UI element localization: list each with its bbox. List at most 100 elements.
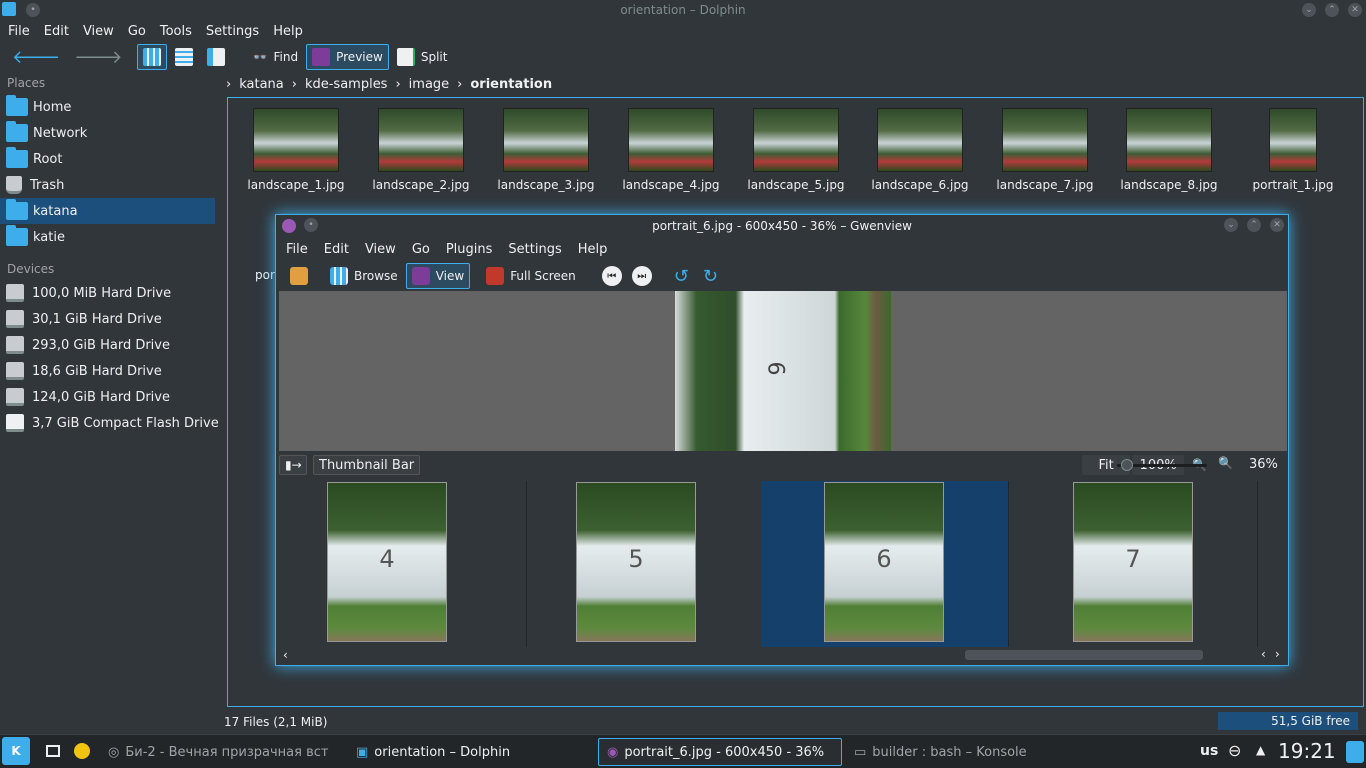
rotate-left-button[interactable]: ↺ — [668, 263, 695, 289]
file-item[interactable]: landscape_8.jpg — [1114, 108, 1224, 192]
minimize-button[interactable]: ⌄ — [1224, 218, 1238, 232]
menu-view[interactable]: View — [365, 242, 396, 257]
file-item[interactable]: landscape_7.jpg — [990, 108, 1100, 192]
minimize-button[interactable]: ⌄ — [1302, 3, 1316, 17]
scroll-right-icon[interactable]: › — [1275, 647, 1280, 661]
device-item[interactable]: 3,7 GiB Compact Flash Drive — [0, 410, 220, 436]
icons-view-icon — [142, 48, 161, 66]
rotate-right-button[interactable]: ↻ — [697, 263, 724, 289]
device-item[interactable]: 293,0 GiB Hard Drive — [0, 332, 220, 358]
task-dolphin[interactable]: ▣ orientation – Dolphin — [348, 738, 594, 766]
menu-file[interactable]: File — [286, 242, 308, 257]
image-view[interactable]: 6 — [279, 291, 1287, 451]
file-item[interactable]: landscape_6.jpg — [865, 108, 975, 192]
menu-tools[interactable]: Tools — [160, 24, 192, 39]
gwenview-app-icon[interactable] — [282, 219, 296, 233]
menu-edit[interactable]: Edit — [324, 242, 349, 257]
panel-toolbox-icon[interactable] — [1346, 741, 1364, 763]
desktop-icon[interactable] — [46, 745, 60, 757]
clock[interactable]: 19:21 — [1278, 739, 1336, 763]
thumbnail-cell[interactable]: 7 — [1010, 481, 1258, 647]
fullscreen-button[interactable]: Full Screen — [480, 263, 582, 289]
network-icon[interactable]: ⊖ — [1228, 741, 1241, 760]
thumbnail-bar-button[interactable]: Thumbnail Bar — [313, 455, 421, 475]
kde-launcher-icon[interactable]: K — [2, 737, 30, 765]
zoom-slider-handle[interactable] — [1120, 459, 1133, 471]
thumbnail-strip[interactable]: 4 5 6 7 — [279, 481, 1287, 647]
toggle-sidebar-button[interactable]: ▮→ — [279, 455, 307, 475]
crumb-katana[interactable]: katana — [239, 77, 284, 92]
preview-button[interactable]: Preview — [306, 44, 389, 70]
menu-settings[interactable]: Settings — [206, 24, 259, 39]
scrollbar-handle[interactable] — [965, 650, 1203, 660]
keyboard-layout[interactable]: us — [1200, 743, 1218, 759]
device-item[interactable]: 18,6 GiB Hard Drive — [0, 358, 220, 384]
back-button[interactable]: 🡐 — [6, 44, 66, 70]
file-item[interactable]: landscape_4.jpg — [616, 108, 726, 192]
free-space-bar[interactable]: 51,5 GiB free — [1218, 712, 1358, 730]
maximize-button[interactable]: ⌃ — [1247, 218, 1261, 232]
dolphin-app-icon[interactable] — [2, 2, 16, 16]
folder-icon — [6, 199, 28, 220]
menu-settings[interactable]: Settings — [508, 242, 561, 257]
details-view-button[interactable] — [201, 44, 231, 70]
gwenview-titlebar[interactable]: • portrait_6.jpg - 600x450 - 36% – Gwenv… — [276, 215, 1288, 237]
zoom-slider[interactable] — [1117, 459, 1207, 471]
menu-go[interactable]: Go — [128, 24, 146, 39]
file-item[interactable]: landscape_1.jpg — [241, 108, 351, 192]
file-item[interactable]: landscape_3.jpg — [491, 108, 601, 192]
menu-go[interactable]: Go — [412, 242, 430, 257]
task-gwenview[interactable]: ◉ portrait_6.jpg - 600x450 - 36% — [598, 738, 842, 766]
place-katana[interactable]: katana — [0, 198, 215, 224]
scroll-left-icon[interactable]: ‹ — [283, 648, 288, 662]
crumb-image[interactable]: image — [409, 77, 450, 92]
window-menu-button[interactable]: • — [304, 218, 318, 232]
compact-view-button[interactable] — [169, 44, 199, 70]
file-thumbnail — [1269, 108, 1317, 172]
split-button[interactable]: Split — [391, 44, 454, 70]
browse-button[interactable]: Browse — [324, 263, 404, 289]
thumbnail-cell[interactable]: 5 — [528, 481, 776, 647]
dolphin-titlebar[interactable]: • orientation – Dolphin ⌄ ⌃ ✕ — [0, 0, 1366, 20]
thumbnail-scrollbar[interactable]: ‹ ‹ › — [279, 647, 1287, 663]
place-home[interactable]: Home — [0, 94, 220, 120]
place-trash[interactable]: Trash — [0, 172, 220, 198]
file-item[interactable]: portrait_1.jpg — [1238, 108, 1348, 192]
window-menu-button[interactable]: • — [26, 3, 40, 17]
place-root[interactable]: Root — [0, 146, 220, 172]
menu-view[interactable]: View — [83, 24, 114, 39]
menu-plugins[interactable]: Plugins — [446, 242, 493, 257]
close-button[interactable]: ✕ — [1270, 218, 1284, 232]
menu-help[interactable]: Help — [578, 242, 608, 257]
thumbnail-cell[interactable]: 4 — [279, 481, 527, 647]
home-button[interactable] — [284, 263, 314, 289]
view-button[interactable]: View — [405, 263, 471, 289]
sidebar-toggle-icon: ▮→ — [285, 458, 302, 472]
device-item[interactable]: 100,0 MiB Hard Drive — [0, 280, 220, 306]
task-music[interactable]: ◎ Би-2 - Вечная призрачная вст — [100, 738, 344, 766]
place-katie[interactable]: katie — [0, 224, 220, 250]
device-item[interactable]: 30,1 GiB Hard Drive — [0, 306, 220, 332]
maximize-button[interactable]: ⌃ — [1325, 3, 1339, 17]
find-button[interactable]: 👓 Find — [247, 44, 305, 70]
device-item[interactable]: 124,0 GiB Hard Drive — [0, 384, 220, 410]
file-item[interactable]: landscape_2.jpg — [366, 108, 476, 192]
forward-button[interactable]: 🡒 — [68, 44, 128, 70]
place-network[interactable]: Network — [0, 120, 220, 146]
crumb-kde-samples[interactable]: kde-samples — [305, 77, 388, 92]
thumbnail-cell-selected[interactable]: 6 — [761, 481, 1009, 647]
task-konsole[interactable]: ▭ builder : bash – Konsole — [846, 738, 1092, 766]
zoom-in-icon[interactable]: 🔍 — [1218, 456, 1233, 470]
crumb-orientation[interactable]: orientation — [470, 77, 552, 92]
chat-icon[interactable] — [74, 743, 90, 759]
icons-view-button[interactable] — [136, 44, 167, 70]
menu-file[interactable]: File — [8, 24, 30, 39]
scroll-left-icon[interactable]: ‹ — [1261, 647, 1266, 661]
tray-expand-icon[interactable]: ▲ — [1256, 743, 1265, 757]
close-button[interactable]: ✕ — [1348, 3, 1362, 17]
previous-image-button[interactable]: ⏮ — [601, 266, 622, 286]
next-image-button[interactable]: ⏭ — [631, 266, 652, 286]
menu-edit[interactable]: Edit — [44, 24, 69, 39]
file-item[interactable]: landscape_5.jpg — [741, 108, 851, 192]
menu-help[interactable]: Help — [273, 24, 303, 39]
